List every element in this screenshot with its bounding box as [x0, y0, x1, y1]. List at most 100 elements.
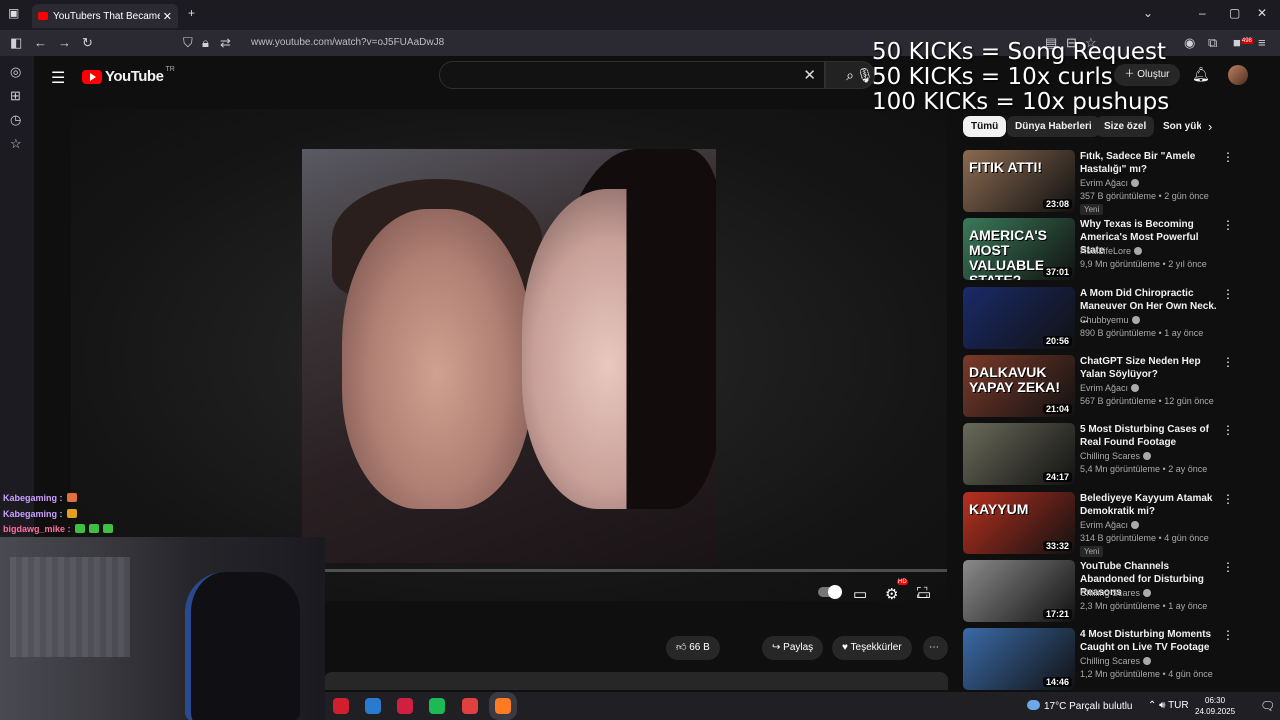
taskbar-app-icon[interactable] [333, 698, 349, 714]
channel-name[interactable]: RealLifeLore [1080, 246, 1143, 256]
more-options-icon[interactable]: ⋮ [1222, 150, 1234, 164]
like-button[interactable]: 👍︎ 66 B [666, 636, 720, 660]
video-player[interactable]: ▭ ⚙ HD ▭ [71, 109, 947, 603]
recommended-video[interactable]: 17:21 YouTube Channels Abandoned for Dist… [963, 559, 1234, 624]
reload-icon[interactable]: ↻ [82, 35, 93, 51]
ai-chat-icon[interactable]: ◎ [10, 64, 21, 80]
menu-icon[interactable]: ≡ [1258, 35, 1266, 50]
video-thumbnail[interactable]: FITIK ATTI! 23:08 [963, 150, 1075, 212]
notifications-bell-icon[interactable]: 🔔︎ [1192, 66, 1210, 83]
channel-name[interactable]: Chilling Scares [1080, 656, 1152, 666]
video-title[interactable]: ChatGPT Size Neden Hep Yalan Söylüyor? [1080, 355, 1220, 381]
recommended-video[interactable]: FITIK ATTI! 23:08 Fıtık, Sadece Bir "Amele… [963, 150, 1234, 215]
webcam-feed [0, 537, 325, 720]
chip-3[interactable]: Son yük [1155, 116, 1201, 137]
recommended-video[interactable]: 14:46 4 Most Disturbing Moments Caught on… [963, 628, 1234, 692]
taskbar-app-icon[interactable] [429, 698, 445, 714]
thumbnail-text: DALKAVUK YAPAY ZEKA! [969, 363, 1061, 395]
chat-username: Kabegaming [3, 508, 58, 519]
fullscreen-icon[interactable]: ⛶ [917, 585, 928, 602]
avatar[interactable] [1228, 65, 1248, 85]
chip-2[interactable]: Size özel [1096, 116, 1155, 137]
browser-tab-active[interactable]: YouTubers That Became Murde ✕ [32, 4, 178, 28]
video-title[interactable]: Fıtık, Sadece Bir "Amele Hastalığı" mı? [1080, 150, 1220, 176]
recommended-video[interactable]: AMERICA'S MOST VALUABLE STATE? 37:01 Why T… [963, 218, 1234, 282]
video-title[interactable]: 5 Most Disturbing Cases of Real Found Fo… [1080, 423, 1220, 449]
description-box[interactable] [324, 672, 948, 690]
more-options-icon[interactable]: ⋮ [1222, 287, 1234, 301]
search-input[interactable]: ✕ [439, 61, 825, 89]
minimize-icon[interactable]: – [1199, 6, 1206, 20]
notification-center-icon[interactable]: 🗨︎ [1260, 699, 1275, 713]
history-icon[interactable]: ◷ [10, 112, 21, 128]
new-tab-icon[interactable]: + [188, 6, 195, 20]
tab-close-icon[interactable]: ✕ [163, 10, 172, 23]
video-thumbnail[interactable]: 20:56 [963, 286, 1075, 349]
bookmarks-icon[interactable]: ☆ [10, 136, 22, 152]
tab-list-icon[interactable]: ▣ [8, 6, 19, 20]
autoplay-toggle[interactable] [818, 585, 842, 599]
shield-icon[interactable]: ⛉ [183, 35, 193, 51]
channel-name[interactable]: Evrim Ağacı [1080, 520, 1140, 530]
weather-widget[interactable]: 17°C Parçalı bulutlu [1027, 700, 1133, 712]
recommended-video[interactable]: 24:17 5 Most Disturbing Cases of Real Fou… [963, 423, 1234, 487]
more-actions-button[interactable]: ⋯ [923, 636, 948, 660]
synced-tabs-icon[interactable]: ⊞ [10, 88, 21, 104]
logo-region: TR [165, 66, 175, 73]
more-options-icon[interactable]: ⋮ [1222, 492, 1234, 506]
video-thumbnail[interactable]: DALKAVUK YAPAY ZEKA! 21:04 [963, 354, 1075, 417]
more-options-icon[interactable]: ⋮ [1222, 355, 1234, 369]
youtube-logo[interactable]: YouTube TR [82, 66, 175, 85]
share-button[interactable]: ↪ Paylaş [762, 636, 824, 660]
video-title[interactable]: Belediyeye Kayyum Atamak Demokratik mi? [1080, 492, 1220, 518]
tab-overflow-chevron-icon[interactable]: ⌄ [1143, 6, 1153, 20]
back-icon[interactable]: ← [34, 35, 47, 50]
lock-icon[interactable]: 🔒︎ [202, 35, 209, 51]
channel-name[interactable]: Evrim Ağacı [1080, 178, 1140, 188]
chips-next-chevron-icon[interactable]: › [1208, 119, 1212, 134]
forward-icon[interactable]: → [58, 35, 71, 50]
recommended-video[interactable]: 20:56 A Mom Did Chiropractic Maneuver On … [963, 286, 1234, 351]
clear-search-icon[interactable]: ✕ [803, 66, 816, 84]
window-close-icon[interactable]: ✕ [1257, 6, 1267, 20]
share-label: Paylaş [783, 642, 814, 653]
video-thumbnail[interactable]: KAYYUM 33:32 [963, 491, 1075, 554]
thanks-button[interactable]: ♥ Teşekkürler [832, 636, 912, 660]
clock-date: 24.09.2025 [1195, 707, 1236, 716]
more-options-icon[interactable]: ⋮ [1222, 560, 1234, 574]
video-title[interactable]: 4 Most Disturbing Moments Caught on Live… [1080, 628, 1220, 654]
video-thumbnail[interactable]: AMERICA'S MOST VALUABLE STATE? 37:01 [963, 218, 1075, 281]
channel-name[interactable]: Chilling Scares [1080, 451, 1152, 461]
account-icon[interactable]: ◉ [1184, 35, 1195, 51]
recommended-video[interactable]: KAYYUM 33:32 Belediyeye Kayyum Atamak Demo… [963, 491, 1234, 557]
extension-badge-icon[interactable]: ■498 [1233, 35, 1253, 50]
chip-1[interactable]: Dünya Haberleri [1007, 116, 1100, 137]
extensions-icon[interactable]: ⧉ [1208, 35, 1217, 51]
video-thumbnail[interactable]: 17:21 [963, 559, 1075, 622]
taskbar-app-icon[interactable] [397, 698, 413, 714]
more-options-icon[interactable]: ⋮ [1222, 423, 1234, 437]
taskbar-app-icon[interactable] [495, 698, 511, 714]
guide-menu-icon[interactable]: ☰ [51, 68, 65, 88]
taskbar-app-icon[interactable] [365, 698, 381, 714]
recommended-video[interactable]: DALKAVUK YAPAY ZEKA! 21:04 ChatGPT Size Ne… [963, 354, 1234, 419]
weather-text: 17°C Parçalı bulutlu [1044, 701, 1133, 712]
sidebar-toggle-icon[interactable]: ◧ [10, 35, 22, 51]
address-bar[interactable]: www.youtube.com/watch?v=oJ5FUAaDwJ8 [251, 37, 444, 48]
channel-name[interactable]: Chilling Scares [1080, 588, 1152, 598]
chip-0[interactable]: Tümü [963, 116, 1007, 137]
chat-username: Kabegaming [3, 493, 58, 503]
more-options-icon[interactable]: ⋮ [1222, 628, 1234, 642]
video-thumbnail[interactable]: 24:17 [963, 423, 1075, 486]
settings-gear-icon[interactable]: ⚙ [885, 585, 898, 603]
more-options-icon[interactable]: ⋮ [1222, 218, 1234, 232]
permissions-icon[interactable]: ⇄ [220, 35, 231, 51]
system-tray[interactable]: ⌃ 🔊︎ TUR [1148, 700, 1189, 711]
maximize-icon[interactable]: ▢ [1229, 6, 1240, 20]
taskbar-clock[interactable]: 06:30 24.09.2025 [1195, 695, 1235, 717]
video-thumbnail[interactable]: 14:46 [963, 628, 1075, 691]
subtitles-icon[interactable]: ▭ [853, 585, 867, 603]
channel-name[interactable]: Evrim Ağacı [1080, 383, 1140, 393]
channel-name[interactable]: Chubbyemu [1080, 315, 1140, 325]
taskbar-app-icon[interactable] [462, 698, 478, 714]
